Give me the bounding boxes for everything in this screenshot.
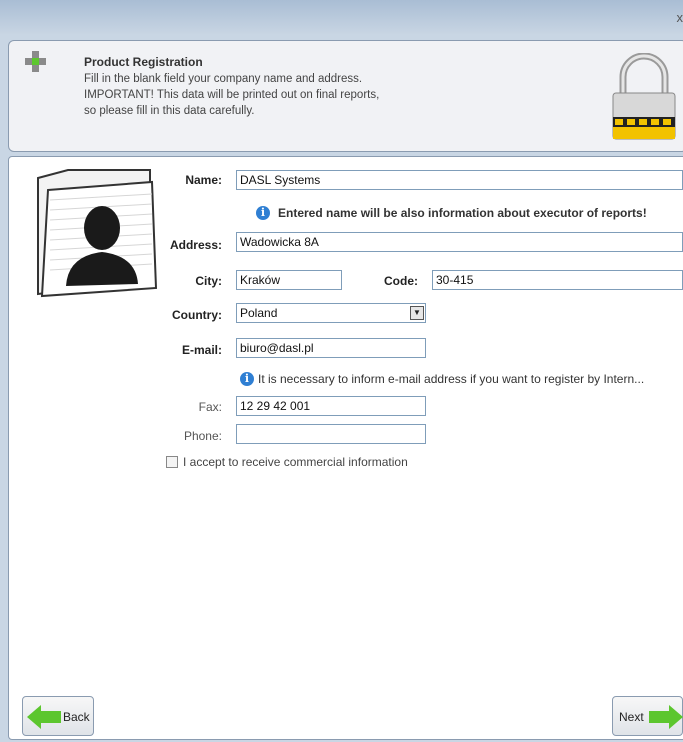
country-value: Poland (240, 306, 278, 320)
code-field[interactable]: 30-415 (432, 270, 683, 290)
email-field[interactable]: biuro@dasl.pl (236, 338, 426, 358)
header-line-3: so please fill in this data carefully. (84, 105, 255, 117)
country-select[interactable]: Poland (236, 303, 426, 323)
back-arrow-icon (27, 705, 61, 729)
next-button[interactable]: Next (612, 696, 683, 736)
next-button-label: Next (619, 710, 644, 724)
back-button-label: Back (63, 710, 90, 724)
padlock-icon (612, 53, 676, 140)
city-label: City: (195, 274, 222, 288)
close-icon[interactable]: x (677, 10, 683, 25)
green-plus-icon (25, 51, 47, 73)
address-field[interactable]: Wadowicka 8A (236, 232, 683, 252)
name-note: Entered name will be also information ab… (278, 206, 647, 220)
phone-label: Phone: (183, 429, 222, 443)
name-field[interactable]: DASL Systems (236, 170, 683, 190)
city-field[interactable]: Kraków (236, 270, 342, 290)
address-label: Address: (169, 238, 222, 252)
header-title: Product Registration (84, 55, 203, 69)
header-panel: Product Registration Fill in the blank f… (8, 40, 683, 152)
title-bar: x (0, 0, 683, 34)
commercial-checkbox-label[interactable]: I accept to receive commercial informati… (183, 455, 408, 469)
commercial-checkbox[interactable] (166, 456, 178, 468)
fax-label: Fax: (198, 400, 222, 414)
header-line-1: Fill in the blank field your company nam… (84, 73, 363, 85)
back-button[interactable]: Back (22, 696, 94, 736)
user-folder-icon (37, 169, 158, 298)
code-label: Code: (384, 274, 418, 288)
chevron-down-icon[interactable]: ▼ (410, 306, 424, 320)
email-note: It is necessary to inform e-mail address… (258, 372, 645, 386)
header-line-2: IMPORTANT! This data will be printed out… (84, 89, 380, 101)
info-icon: i (240, 372, 254, 386)
phone-field[interactable] (236, 424, 426, 444)
name-label: Name: (185, 173, 222, 187)
fax-field[interactable]: 12 29 42 001 (236, 396, 426, 416)
country-label: Country: (172, 308, 222, 322)
next-arrow-icon (649, 705, 683, 729)
info-icon: i (256, 206, 270, 220)
email-label: E-mail: (181, 343, 222, 357)
